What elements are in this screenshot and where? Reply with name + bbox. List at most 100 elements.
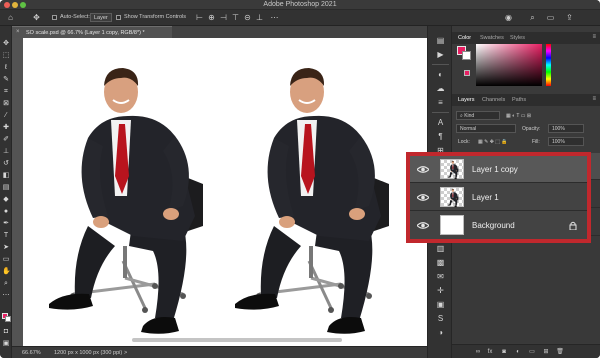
- layer-row-background[interactable]: Background: [410, 212, 587, 239]
- adjustment-layer-icon[interactable]: ◐: [514, 348, 522, 356]
- color-panel-tabs: Color Swatches Styles ≡: [452, 32, 600, 44]
- layer-name[interactable]: Background: [472, 221, 515, 230]
- color-panel-background-swatch[interactable]: [462, 51, 471, 60]
- swatches-panel-icon[interactable]: ▩: [435, 258, 446, 268]
- add-mask-icon[interactable]: ◙: [500, 348, 508, 356]
- auto-select-checkbox[interactable]: [52, 15, 57, 20]
- align-left-icon[interactable]: ⊢: [195, 13, 204, 22]
- path-select-tool-icon[interactable]: ➤: [2, 244, 10, 252]
- adjustments-panel-icon[interactable]: ◐: [435, 70, 446, 80]
- color-spectrum-field[interactable]: [476, 44, 542, 86]
- hue-slider[interactable]: [546, 44, 551, 86]
- layer-style-icon[interactable]: fx: [486, 348, 494, 356]
- tab-paths[interactable]: Paths: [512, 97, 526, 103]
- align-top-icon[interactable]: ⊤: [231, 13, 240, 22]
- move-tool-icon[interactable]: ✥: [2, 40, 10, 48]
- delete-layer-icon[interactable]: 🗑: [556, 348, 564, 356]
- notes-panel-icon[interactable]: ✉: [435, 272, 446, 282]
- lock-icons[interactable]: ▦ ✎ ✥ ⬚ 🔒: [478, 139, 508, 145]
- new-layer-icon[interactable]: ⊞: [542, 348, 550, 356]
- visibility-eye-icon[interactable]: [417, 221, 429, 230]
- align-right-icon[interactable]: ⊣: [219, 13, 228, 22]
- auto-select-dropdown[interactable]: Layer: [90, 13, 112, 22]
- show-transform-checkbox[interactable]: [116, 15, 121, 20]
- measurement-panel-icon[interactable]: ✛: [435, 286, 446, 296]
- close-tab-icon[interactable]: ×: [16, 29, 20, 35]
- home-icon[interactable]: ⌂: [6, 13, 15, 22]
- 3d-panel-icon[interactable]: ◑: [435, 328, 446, 338]
- panel-menu-icon[interactable]: ≡: [592, 34, 596, 40]
- quick-mask-icon[interactable]: ◘: [2, 328, 10, 336]
- screen-mode-icon[interactable]: ▣: [2, 340, 10, 348]
- paragraph-panel-icon[interactable]: ¶: [435, 132, 446, 142]
- visibility-eye-icon[interactable]: [417, 165, 429, 174]
- actions-panel-icon[interactable]: ▶: [435, 50, 446, 60]
- horizontal-scrollbar[interactable]: [132, 338, 342, 342]
- styles-panel-icon[interactable]: S: [435, 314, 446, 324]
- brush-tool-icon[interactable]: ✐: [2, 136, 10, 144]
- tab-color[interactable]: Color: [458, 35, 471, 41]
- document-tab[interactable]: × SO scale.psd @ 66.7% (Layer 1 copy, RG…: [12, 26, 172, 38]
- visibility-eye-icon[interactable]: [417, 193, 429, 202]
- 3d-mode-icon[interactable]: ◉: [504, 13, 513, 22]
- person-right-image: [233, 66, 391, 336]
- edit-toolbar-icon[interactable]: ⋯: [2, 292, 10, 300]
- fill-field[interactable]: 100%: [548, 137, 584, 146]
- zoom-tool-icon[interactable]: ⌕: [2, 280, 10, 288]
- gradient-tool-icon[interactable]: ▤: [2, 184, 10, 192]
- layer-row-layer-1[interactable]: Layer 1: [410, 184, 587, 211]
- properties-panel-icon[interactable]: ≡: [435, 98, 446, 108]
- tab-channels[interactable]: Channels: [482, 97, 505, 103]
- type-tool-icon[interactable]: T: [2, 232, 10, 240]
- layer-name[interactable]: Layer 1: [472, 193, 499, 202]
- document-canvas[interactable]: [23, 38, 429, 346]
- zoom-level[interactable]: 66.67%: [22, 350, 41, 356]
- quick-select-tool-icon[interactable]: ✎: [2, 76, 10, 84]
- frame-tool-icon[interactable]: ⊠: [2, 100, 10, 108]
- history-panel-icon[interactable]: ▤: [435, 36, 446, 46]
- tab-styles[interactable]: Styles: [510, 35, 525, 41]
- hand-tool-icon[interactable]: ✋: [2, 268, 11, 276]
- layer-name[interactable]: Layer 1 copy: [472, 165, 518, 174]
- status-menu-arrow[interactable]: >: [124, 350, 127, 356]
- workspace-icon[interactable]: ▭: [546, 13, 555, 22]
- document-tab-bar: × SO scale.psd @ 66.7% (Layer 1 copy, RG…: [12, 26, 427, 38]
- more-options-icon[interactable]: ⋯: [270, 13, 279, 22]
- clone-stamp-tool-icon[interactable]: ⊥: [2, 148, 10, 156]
- eraser-tool-icon[interactable]: ◧: [2, 172, 10, 180]
- crop-tool-icon[interactable]: ⌗: [2, 88, 10, 96]
- tab-swatches[interactable]: Swatches: [480, 35, 504, 41]
- layer-comps-panel-icon[interactable]: ▥: [435, 244, 446, 254]
- lasso-tool-icon[interactable]: ℓ: [2, 64, 10, 72]
- blend-mode-dropdown[interactable]: Normal: [456, 124, 516, 133]
- tab-layers[interactable]: Layers: [458, 97, 475, 103]
- align-bottom-icon[interactable]: ⊥: [255, 13, 264, 22]
- layer-filter-dropdown[interactable]: ⌕ Kind: [456, 111, 500, 120]
- dodge-tool-icon[interactable]: ●: [2, 208, 10, 216]
- color-panel-active-swatch[interactable]: [464, 70, 470, 76]
- marquee-tool-icon[interactable]: ⬚: [2, 52, 10, 60]
- move-tool-icon[interactable]: ✥: [32, 13, 41, 22]
- new-group-icon[interactable]: ▭: [528, 348, 536, 356]
- align-middle-icon[interactable]: ⊝: [243, 13, 252, 22]
- link-layers-icon[interactable]: ∞: [474, 348, 482, 356]
- healing-brush-tool-icon[interactable]: ✚: [2, 124, 10, 132]
- panel-menu-icon[interactable]: ≡: [592, 96, 596, 102]
- align-center-icon[interactable]: ⊕: [207, 13, 216, 22]
- history-brush-tool-icon[interactable]: ↺: [2, 160, 10, 168]
- document-size: 1200 px x 1000 px (300 ppi): [54, 350, 123, 356]
- share-icon[interactable]: ⇪: [565, 13, 574, 22]
- rectangle-tool-icon[interactable]: ▭: [2, 256, 10, 264]
- libraries-panel-icon[interactable]: ☁: [435, 84, 446, 94]
- filter-icons[interactable]: ▦ ◐ T ▭ ⊞: [506, 113, 531, 119]
- blur-tool-icon[interactable]: ◆: [2, 196, 10, 204]
- pen-tool-icon[interactable]: ✒: [2, 220, 10, 228]
- background-color-swatch[interactable]: [5, 316, 11, 322]
- eyedropper-tool-icon[interactable]: ⁄: [2, 112, 10, 120]
- opacity-field[interactable]: 100%: [548, 124, 584, 133]
- tool-presets-panel-icon[interactable]: ▣: [435, 300, 446, 310]
- layer-row-layer-1-copy[interactable]: Layer 1 copy: [410, 156, 587, 183]
- title-bar: Adobe Photoshop 2021: [0, 0, 600, 10]
- character-panel-icon[interactable]: A: [435, 118, 446, 128]
- search-icon[interactable]: ⌕: [528, 13, 537, 22]
